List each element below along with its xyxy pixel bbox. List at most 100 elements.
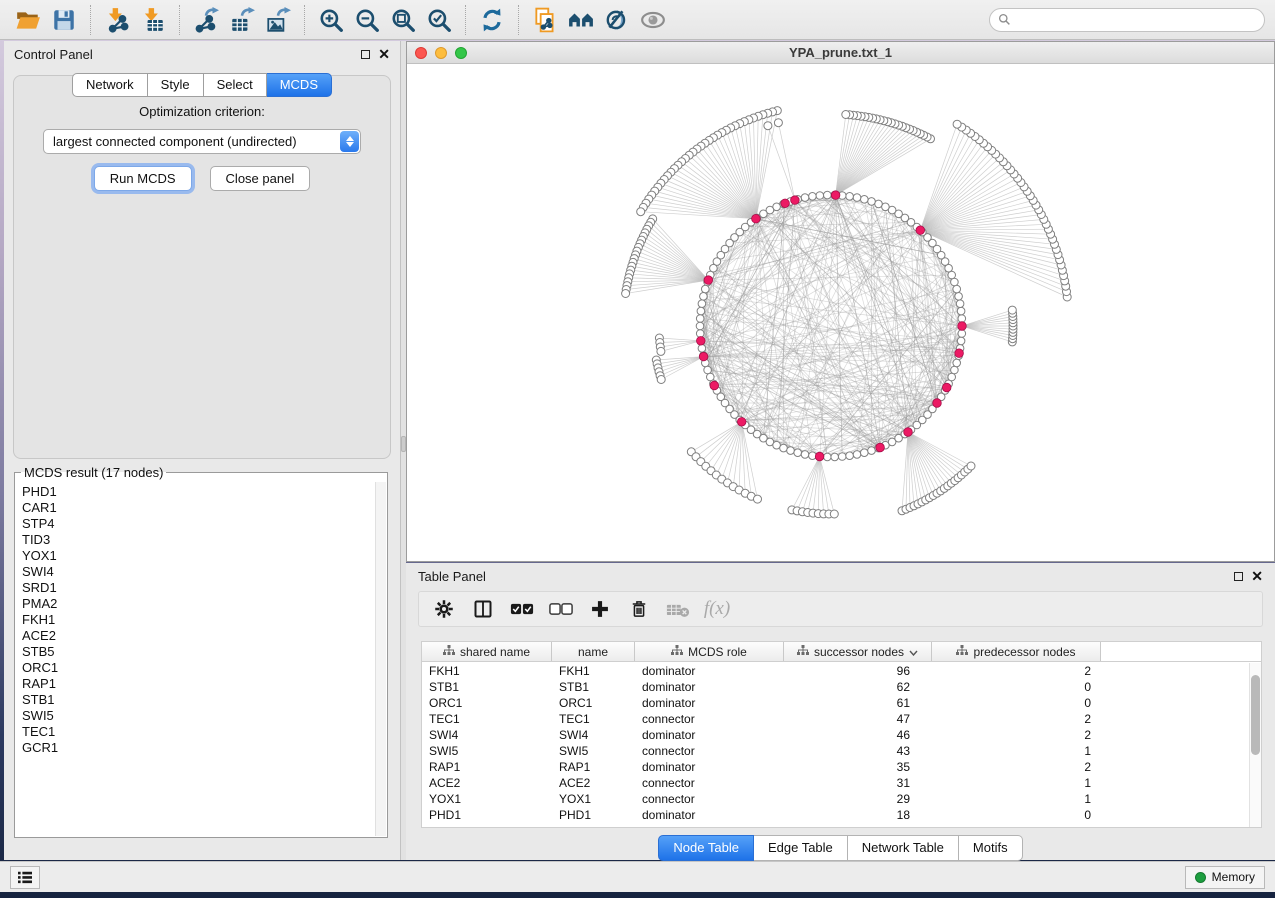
close-panel-icon[interactable]: ✕ bbox=[378, 49, 390, 59]
import-table-icon[interactable] bbox=[135, 4, 171, 36]
column-header-name[interactable]: name bbox=[552, 642, 635, 661]
mcds-node-item[interactable]: YOX1 bbox=[22, 548, 369, 564]
memory-button[interactable]: Memory bbox=[1185, 866, 1265, 889]
mcds-node-item[interactable]: STB1 bbox=[22, 692, 369, 708]
float-panel-icon[interactable] bbox=[361, 50, 370, 59]
table-row[interactable]: STB1STB1dominator620 bbox=[422, 679, 1249, 695]
column-header-MCDS-role[interactable]: MCDS role bbox=[635, 642, 784, 661]
export-network-icon[interactable] bbox=[188, 4, 224, 36]
toolbar-separator bbox=[90, 5, 91, 35]
open-icon[interactable] bbox=[10, 4, 46, 36]
birdseye-icon[interactable] bbox=[635, 4, 671, 36]
tab-network-table[interactable]: Network Table bbox=[848, 835, 959, 861]
mcds-node-item[interactable]: TEC1 bbox=[22, 724, 369, 740]
mcds-node-item[interactable]: ACE2 bbox=[22, 628, 369, 644]
mcds-node-item[interactable]: STB5 bbox=[22, 644, 369, 660]
toolbar-separator bbox=[304, 5, 305, 35]
zoom-out-icon[interactable] bbox=[349, 4, 385, 36]
mcds-node-item[interactable]: ORC1 bbox=[22, 660, 369, 676]
table-row[interactable]: TEC1TEC1connector472 bbox=[422, 711, 1249, 727]
table-row[interactable]: SWI4SWI4dominator462 bbox=[422, 727, 1249, 743]
mcds-node-item[interactable]: GCR1 bbox=[22, 740, 369, 756]
tree-column-icon bbox=[956, 645, 968, 659]
save-icon[interactable] bbox=[46, 4, 82, 36]
network-graph[interactable] bbox=[407, 64, 1274, 561]
export-image-icon[interactable] bbox=[260, 4, 296, 36]
mcds-node-item[interactable]: STP4 bbox=[22, 516, 369, 532]
mcds-node-item[interactable]: SWI4 bbox=[22, 564, 369, 580]
cell-name: SWI5 bbox=[552, 744, 635, 758]
table-row[interactable]: PHD1PHD1dominator180 bbox=[422, 807, 1249, 823]
function-builder-icon[interactable]: f(x) bbox=[702, 595, 732, 623]
toolbar-separator bbox=[518, 5, 519, 35]
refresh-icon[interactable] bbox=[474, 4, 510, 36]
mcds-node-item[interactable]: SWI5 bbox=[22, 708, 369, 724]
export-table-icon[interactable] bbox=[224, 4, 260, 36]
mcds-node-item[interactable]: RAP1 bbox=[22, 676, 369, 692]
tab-select[interactable]: Select bbox=[204, 73, 267, 97]
table-row[interactable]: RAP1RAP1dominator352 bbox=[422, 759, 1249, 775]
tab-node-table[interactable]: Node Table bbox=[658, 835, 754, 861]
zoom-fit-icon[interactable] bbox=[385, 4, 421, 36]
tab-style[interactable]: Style bbox=[148, 73, 204, 97]
cell-shared-name: SWI4 bbox=[422, 728, 552, 742]
mcds-node-item[interactable]: TID3 bbox=[22, 532, 369, 548]
task-history-button[interactable] bbox=[10, 866, 40, 889]
search-box bbox=[989, 8, 1265, 32]
float-table-panel-icon[interactable] bbox=[1234, 572, 1243, 581]
run-mcds-button[interactable]: Run MCDS bbox=[94, 166, 192, 191]
mcds-result-scrollbar[interactable] bbox=[375, 482, 386, 836]
optimization-select[interactable]: largest connected component (undirected) bbox=[43, 129, 361, 154]
import-network-icon[interactable] bbox=[99, 4, 135, 36]
cell-name: STB1 bbox=[552, 680, 635, 694]
table-tabs: Node TableEdge TableNetwork TableMotifs bbox=[406, 835, 1275, 861]
column-header-shared-name[interactable]: shared name bbox=[422, 642, 552, 661]
table-row[interactable]: FKH1FKH1dominator962 bbox=[422, 663, 1249, 679]
column-header-predecessor-nodes[interactable]: predecessor nodes bbox=[932, 642, 1101, 661]
node-table: shared namenameMCDS rolesuccessor nodesp… bbox=[421, 641, 1262, 828]
mcds-node-item[interactable]: FKH1 bbox=[22, 612, 369, 628]
network-canvas[interactable] bbox=[407, 64, 1274, 561]
zoom-selected-icon[interactable] bbox=[421, 4, 457, 36]
mcds-node-item[interactable]: PMA2 bbox=[22, 596, 369, 612]
select-all-icon[interactable] bbox=[507, 595, 537, 623]
zoom-in-icon[interactable] bbox=[313, 4, 349, 36]
mcds-node-item[interactable]: CAR1 bbox=[22, 500, 369, 516]
search-input[interactable] bbox=[1016, 13, 1256, 27]
mcds-result-list[interactable]: PHD1CAR1STP4TID3YOX1SWI4SRD1PMA2FKH1ACE2… bbox=[16, 482, 375, 836]
column-header-successor-nodes[interactable]: successor nodes bbox=[784, 642, 932, 661]
cell-successor-nodes: 35 bbox=[784, 760, 932, 774]
mcds-node-item[interactable]: PHD1 bbox=[22, 484, 369, 500]
table-row[interactable]: YOX1YOX1connector291 bbox=[422, 791, 1249, 807]
close-table-panel-icon[interactable]: ✕ bbox=[1251, 571, 1263, 581]
tab-motifs[interactable]: Motifs bbox=[959, 835, 1023, 861]
unselect-all-icon[interactable] bbox=[546, 595, 576, 623]
hide-details-icon[interactable] bbox=[599, 4, 635, 36]
add-column-icon[interactable] bbox=[585, 595, 615, 623]
toggle-panes-icon[interactable] bbox=[468, 595, 498, 623]
table-row[interactable]: SWI5SWI5connector431 bbox=[422, 743, 1249, 759]
find-icon[interactable] bbox=[563, 4, 599, 36]
table-settings-gear-icon[interactable] bbox=[429, 595, 459, 623]
tab-edge-table[interactable]: Edge Table bbox=[754, 835, 848, 861]
table-row[interactable]: ORC1ORC1dominator610 bbox=[422, 695, 1249, 711]
cell-MCDS-role: connector bbox=[635, 776, 784, 790]
cell-name: PHD1 bbox=[552, 808, 635, 822]
mcds-node-item[interactable]: SRD1 bbox=[22, 580, 369, 596]
clone-network-icon[interactable] bbox=[527, 4, 563, 36]
tab-network[interactable]: Network bbox=[72, 73, 148, 97]
cell-name: RAP1 bbox=[552, 760, 635, 774]
table-scrollbar-thumb[interactable] bbox=[1251, 675, 1260, 755]
tab-mcds[interactable]: MCDS bbox=[267, 73, 332, 97]
cell-predecessor-nodes: 2 bbox=[932, 728, 1101, 742]
cell-predecessor-nodes: 0 bbox=[932, 808, 1101, 822]
delete-column-icon[interactable] bbox=[624, 595, 654, 623]
table-row[interactable]: ACE2ACE2connector311 bbox=[422, 775, 1249, 791]
cell-name: TEC1 bbox=[552, 712, 635, 726]
cell-MCDS-role: connector bbox=[635, 712, 784, 726]
delete-table-icon[interactable] bbox=[663, 595, 693, 623]
close-panel-button[interactable]: Close panel bbox=[210, 166, 311, 191]
table-scrollbar[interactable] bbox=[1249, 663, 1261, 827]
optimization-label: Optimization criterion: bbox=[14, 104, 390, 119]
cell-successor-nodes: 96 bbox=[784, 664, 932, 678]
